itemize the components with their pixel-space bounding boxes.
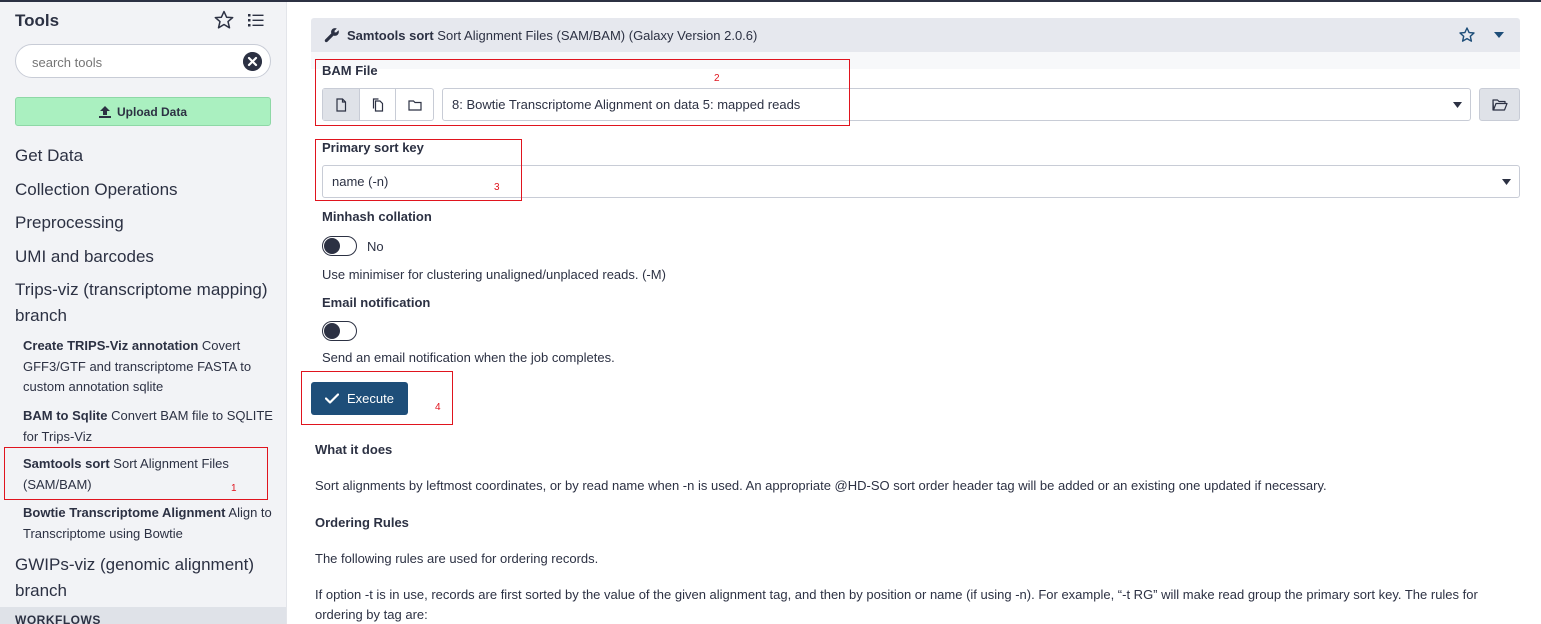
upload-data-button[interactable]: Upload Data: [15, 97, 271, 126]
email-notification-help: Send an email notification when the job …: [322, 350, 615, 365]
tool-name: Bowtie Transcriptome Alignment: [23, 505, 226, 520]
ordering-rules-text: The following rules are used for orderin…: [315, 551, 599, 566]
section-umi-barcodes[interactable]: UMI and barcodes: [15, 244, 154, 270]
tool-form-header: Samtools sort Sort Alignment Files (SAM/…: [311, 18, 1520, 52]
upload-icon: [98, 105, 111, 118]
annotation-box-3: [315, 139, 522, 201]
option-t-text: If option -t is in use, records are firs…: [315, 587, 1478, 622]
tool-header-title: Samtools sort Sort Alignment Files (SAM/…: [347, 28, 757, 43]
folder-open-icon: [1491, 98, 1508, 111]
tool-bam-to-sqlite[interactable]: BAM to Sqlite Convert BAM file to SQLITE…: [23, 406, 273, 447]
tool-form-description: Sort Alignment Files (SAM/BAM) (Galaxy V…: [433, 28, 758, 43]
clear-search-icon[interactable]: [243, 52, 262, 71]
annotation-number-4: 4: [435, 402, 441, 413]
minhash-toggle-text: No: [367, 239, 384, 254]
annotation-number-2: 2: [714, 73, 720, 84]
what-it-does-heading: What it does: [315, 442, 393, 457]
section-preprocessing[interactable]: Preprocessing: [15, 210, 124, 236]
ordering-rules-heading: Ordering Rules: [315, 515, 409, 530]
section-get-data[interactable]: Get Data: [15, 143, 83, 169]
tool-form-name: Samtools sort: [347, 28, 434, 43]
tool-panel: Tools Upload Data Get Data Collection Op…: [0, 2, 287, 624]
favorites-star-icon[interactable]: [214, 10, 234, 30]
section-trips-viz[interactable]: Trips-viz (transcriptome mapping) branch: [15, 277, 275, 329]
caret-down-icon: [1453, 102, 1462, 108]
annotation-number-1: 1: [231, 483, 237, 494]
email-notification-label: Email notification: [322, 295, 431, 310]
annotation-box-2: [315, 59, 850, 126]
what-it-does-text: Sort alignments by leftmost coordinates,…: [315, 478, 1327, 493]
toggle-knob: [324, 238, 340, 254]
minhash-toggle[interactable]: [322, 236, 357, 256]
wrench-icon: [324, 28, 339, 43]
tool-name: Create TRIPS-Viz annotation: [23, 338, 199, 353]
tool-create-trips-viz[interactable]: Create TRIPS-Viz annotation Covert GFF3/…: [23, 336, 273, 398]
tool-bowtie-alignment[interactable]: Bowtie Transcriptome Alignment Align to …: [23, 503, 273, 544]
minhash-help: Use minimiser for clustering unaligned/u…: [322, 267, 666, 282]
search-input[interactable]: [32, 53, 232, 71]
toggle-knob: [324, 323, 340, 339]
favorite-star-icon[interactable]: [1459, 27, 1475, 43]
caret-down-icon: [1502, 179, 1511, 185]
annotation-number-3: 3: [494, 182, 500, 193]
tool-name: BAM to Sqlite: [23, 408, 108, 423]
browse-datasets-button[interactable]: [1479, 88, 1520, 121]
email-notification-toggle[interactable]: [322, 321, 357, 341]
tool-search[interactable]: [15, 44, 271, 78]
list-view-icon[interactable]: [248, 12, 264, 28]
section-gwips-viz[interactable]: GWIPs-viz (genomic alignment) branch: [15, 552, 275, 604]
annotation-box-4: [301, 371, 453, 425]
options-caret-icon[interactable]: [1494, 32, 1504, 38]
workflows-header[interactable]: WORKFLOWS: [0, 607, 286, 624]
upload-label: Upload Data: [116, 104, 187, 119]
annotation-box-1: [4, 447, 268, 500]
minhash-label: Minhash collation: [322, 209, 432, 224]
section-collection-operations[interactable]: Collection Operations: [15, 177, 178, 203]
tool-panel-title: Tools: [15, 11, 60, 30]
